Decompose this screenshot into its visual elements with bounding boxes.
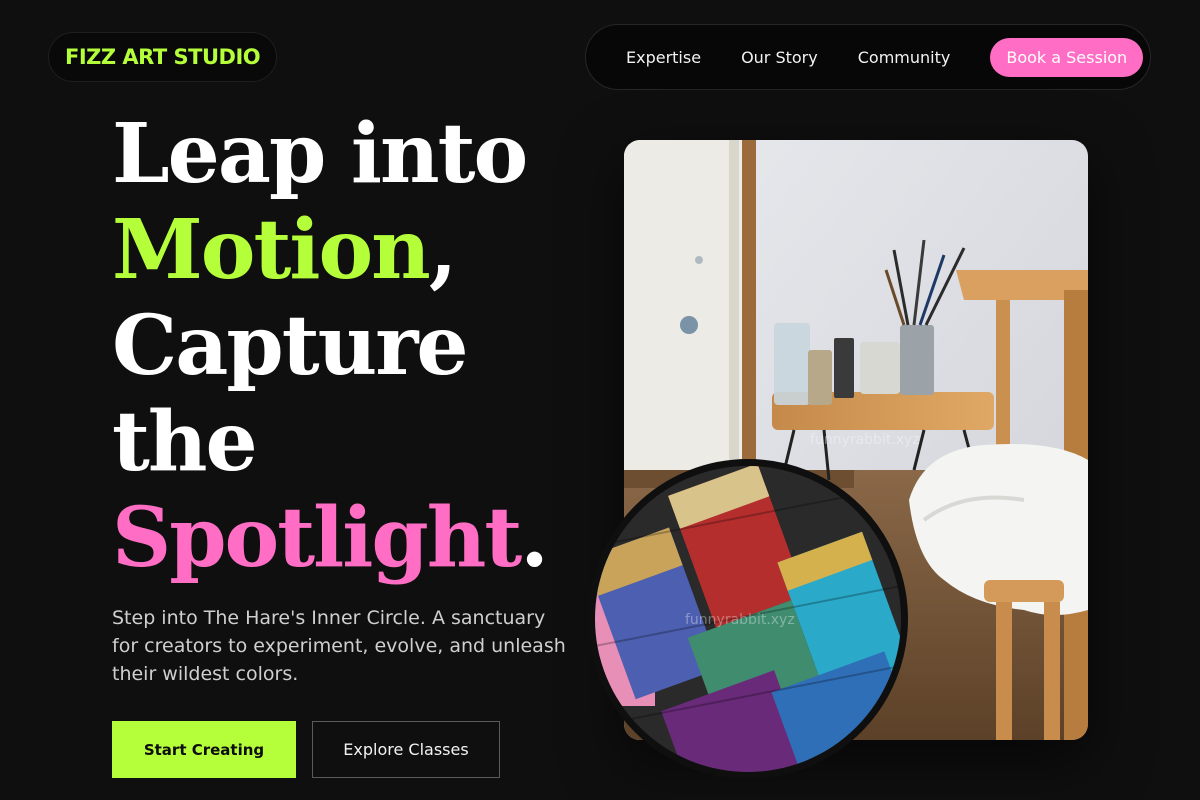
hero-title-line-3: Capture (112, 298, 469, 394)
main-nav: Expertise Our Story Community Book a Ses… (585, 24, 1151, 90)
hero-title-comma: , (428, 202, 458, 298)
nav-link-our-story[interactable]: Our Story (741, 48, 818, 67)
hero-title-line-2: Motion, (112, 202, 547, 298)
brand-logo[interactable]: FIZZ ART STUDIO (48, 32, 278, 82)
nav-link-expertise[interactable]: Expertise (626, 48, 701, 67)
page: FIZZ ART STUDIO Expertise Our Story Comm… (0, 0, 1200, 800)
hero-title: Leap into Motion, Capture the Spotlight. (112, 106, 549, 586)
hero-title-line-4: the (112, 394, 258, 490)
hero-title-period: . (520, 490, 549, 586)
explore-classes-button[interactable]: Explore Classes (312, 721, 500, 778)
hero-title-line-5: Spotlight. (112, 490, 549, 586)
hero-subtitle: Step into The Hare's Inner Circle. A san… (112, 607, 566, 685)
hero-title-motion: Motion (112, 202, 431, 298)
hero-title-line-1: Leap into (112, 106, 528, 202)
paint-brushes-photo: funnyrabbit.xyz (588, 459, 908, 779)
hero-title-spotlight: Spotlight (112, 490, 522, 586)
book-session-button[interactable]: Book a Session (990, 37, 1144, 77)
start-creating-button[interactable]: Start Creating (112, 721, 296, 778)
brand-name: FIZZ ART STUDIO (65, 45, 261, 69)
nav-link-community[interactable]: Community (858, 48, 951, 67)
